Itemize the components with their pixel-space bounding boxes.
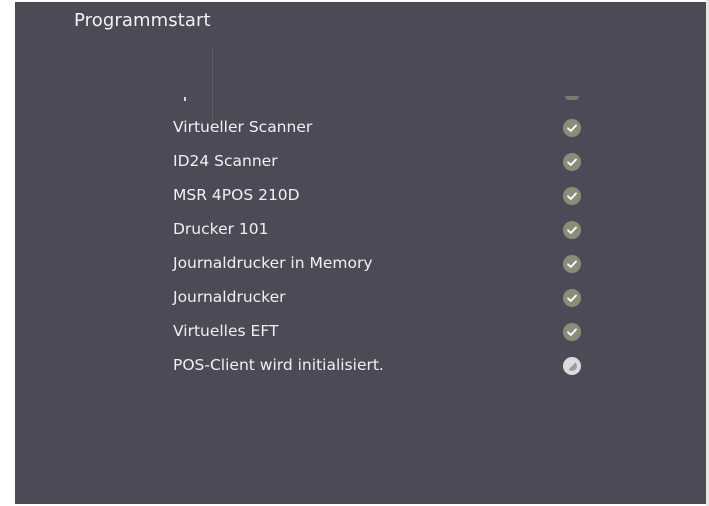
check-circle-icon: [563, 187, 581, 205]
check-circle-icon: [563, 119, 581, 137]
list-item: Journaldrucker in Memory: [173, 252, 593, 276]
spinner-icon: [563, 357, 581, 375]
device-label: MSR 4POS 210D: [173, 186, 300, 204]
device-label: Journaldrucker in Memory: [173, 254, 373, 272]
device-label: Journaldrucker: [173, 288, 286, 306]
device-label: POS-Client wird initialisiert.: [173, 356, 384, 374]
check-circle-icon: [563, 323, 581, 341]
startup-window: Programmstart Virtueller Scanner ID24 Sc…: [15, 2, 706, 504]
check-circle-icon: [563, 255, 581, 273]
list-item: Drucker 101: [173, 218, 593, 242]
list-item: Journaldrucker: [173, 286, 593, 310]
device-label: ID24 Scanner: [173, 152, 278, 170]
check-circle-icon: [563, 289, 581, 307]
device-label: Virtueller Scanner: [173, 118, 313, 136]
list-item: Virtueller Scanner: [173, 116, 593, 140]
device-label: Drucker 101: [173, 220, 269, 238]
list-item: ID24 Scanner: [173, 150, 593, 174]
list-item: POS-Client wird initialisiert.: [173, 354, 593, 378]
list-item: Virtuelles EFT: [173, 320, 593, 344]
check-circle-icon: [563, 153, 581, 171]
check-circle-icon: [563, 221, 581, 239]
list-item: MSR 4POS 210D: [173, 184, 593, 208]
device-list: Virtueller Scanner ID24 Scanner MSR 4POS…: [15, 2, 706, 504]
device-label: Virtuelles EFT: [173, 322, 279, 340]
